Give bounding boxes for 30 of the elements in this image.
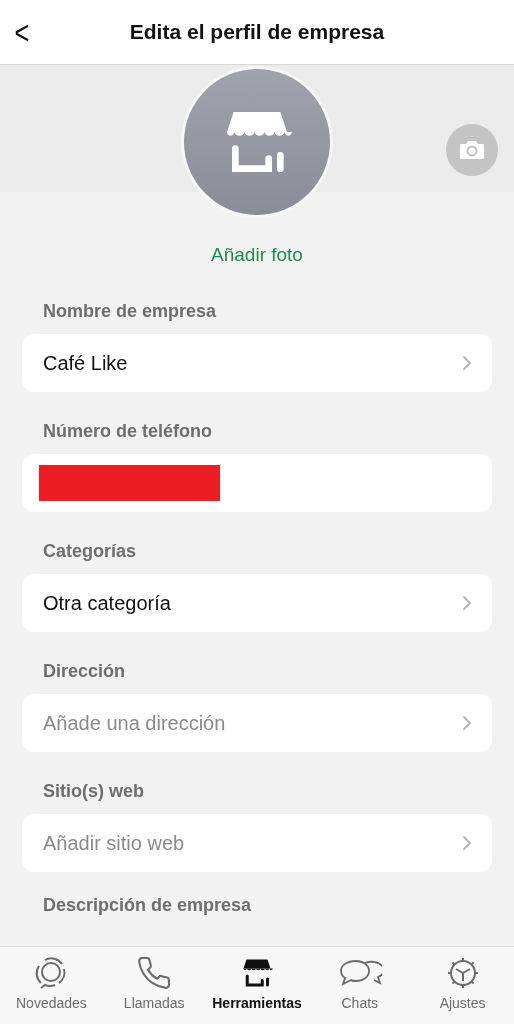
tab[interactable]: Chats (308, 955, 412, 1024)
field-label: Categorías (42, 539, 138, 562)
field-value: Otra categoría (43, 590, 171, 616)
field-value: Café Like (43, 350, 128, 376)
field-row[interactable]: Añadir sitio web (22, 813, 492, 872)
screen-title: Edita el perfil de empresa (128, 19, 386, 46)
field-placeholder: Añadir sitio web (43, 830, 185, 856)
phone-icon (136, 955, 173, 991)
field-row[interactable]: Añade una dirección (22, 693, 492, 752)
field-label: Nombre de empresa (42, 299, 218, 322)
tab[interactable]: Novedades (0, 955, 103, 1024)
field-row[interactable]: Otra categoría (22, 573, 492, 632)
camera-icon (458, 138, 486, 162)
back-button[interactable]: < (14, 15, 30, 49)
field-row[interactable] (22, 453, 492, 512)
tab[interactable]: Llamadas (102, 955, 206, 1024)
section-label: Descripción de empresa (42, 893, 253, 916)
chevron-right-icon (460, 714, 472, 731)
chevron-right-icon (460, 354, 472, 371)
field-label: Número de teléfono (42, 419, 213, 442)
tab[interactable]: Herramientas (205, 955, 309, 1024)
chevron-right-icon (460, 594, 472, 611)
field-placeholder: Añade una dirección (43, 710, 226, 736)
tab[interactable]: Ajustes (411, 955, 514, 1024)
field-label: Sitio(s) web (42, 779, 145, 802)
chevron-right-icon (460, 834, 472, 851)
field-label: Dirección (42, 659, 127, 682)
add-photo-link[interactable]: Añadir foto (211, 241, 303, 270)
field-row[interactable]: Café Like (22, 333, 492, 392)
camera-button[interactable] (446, 124, 498, 176)
